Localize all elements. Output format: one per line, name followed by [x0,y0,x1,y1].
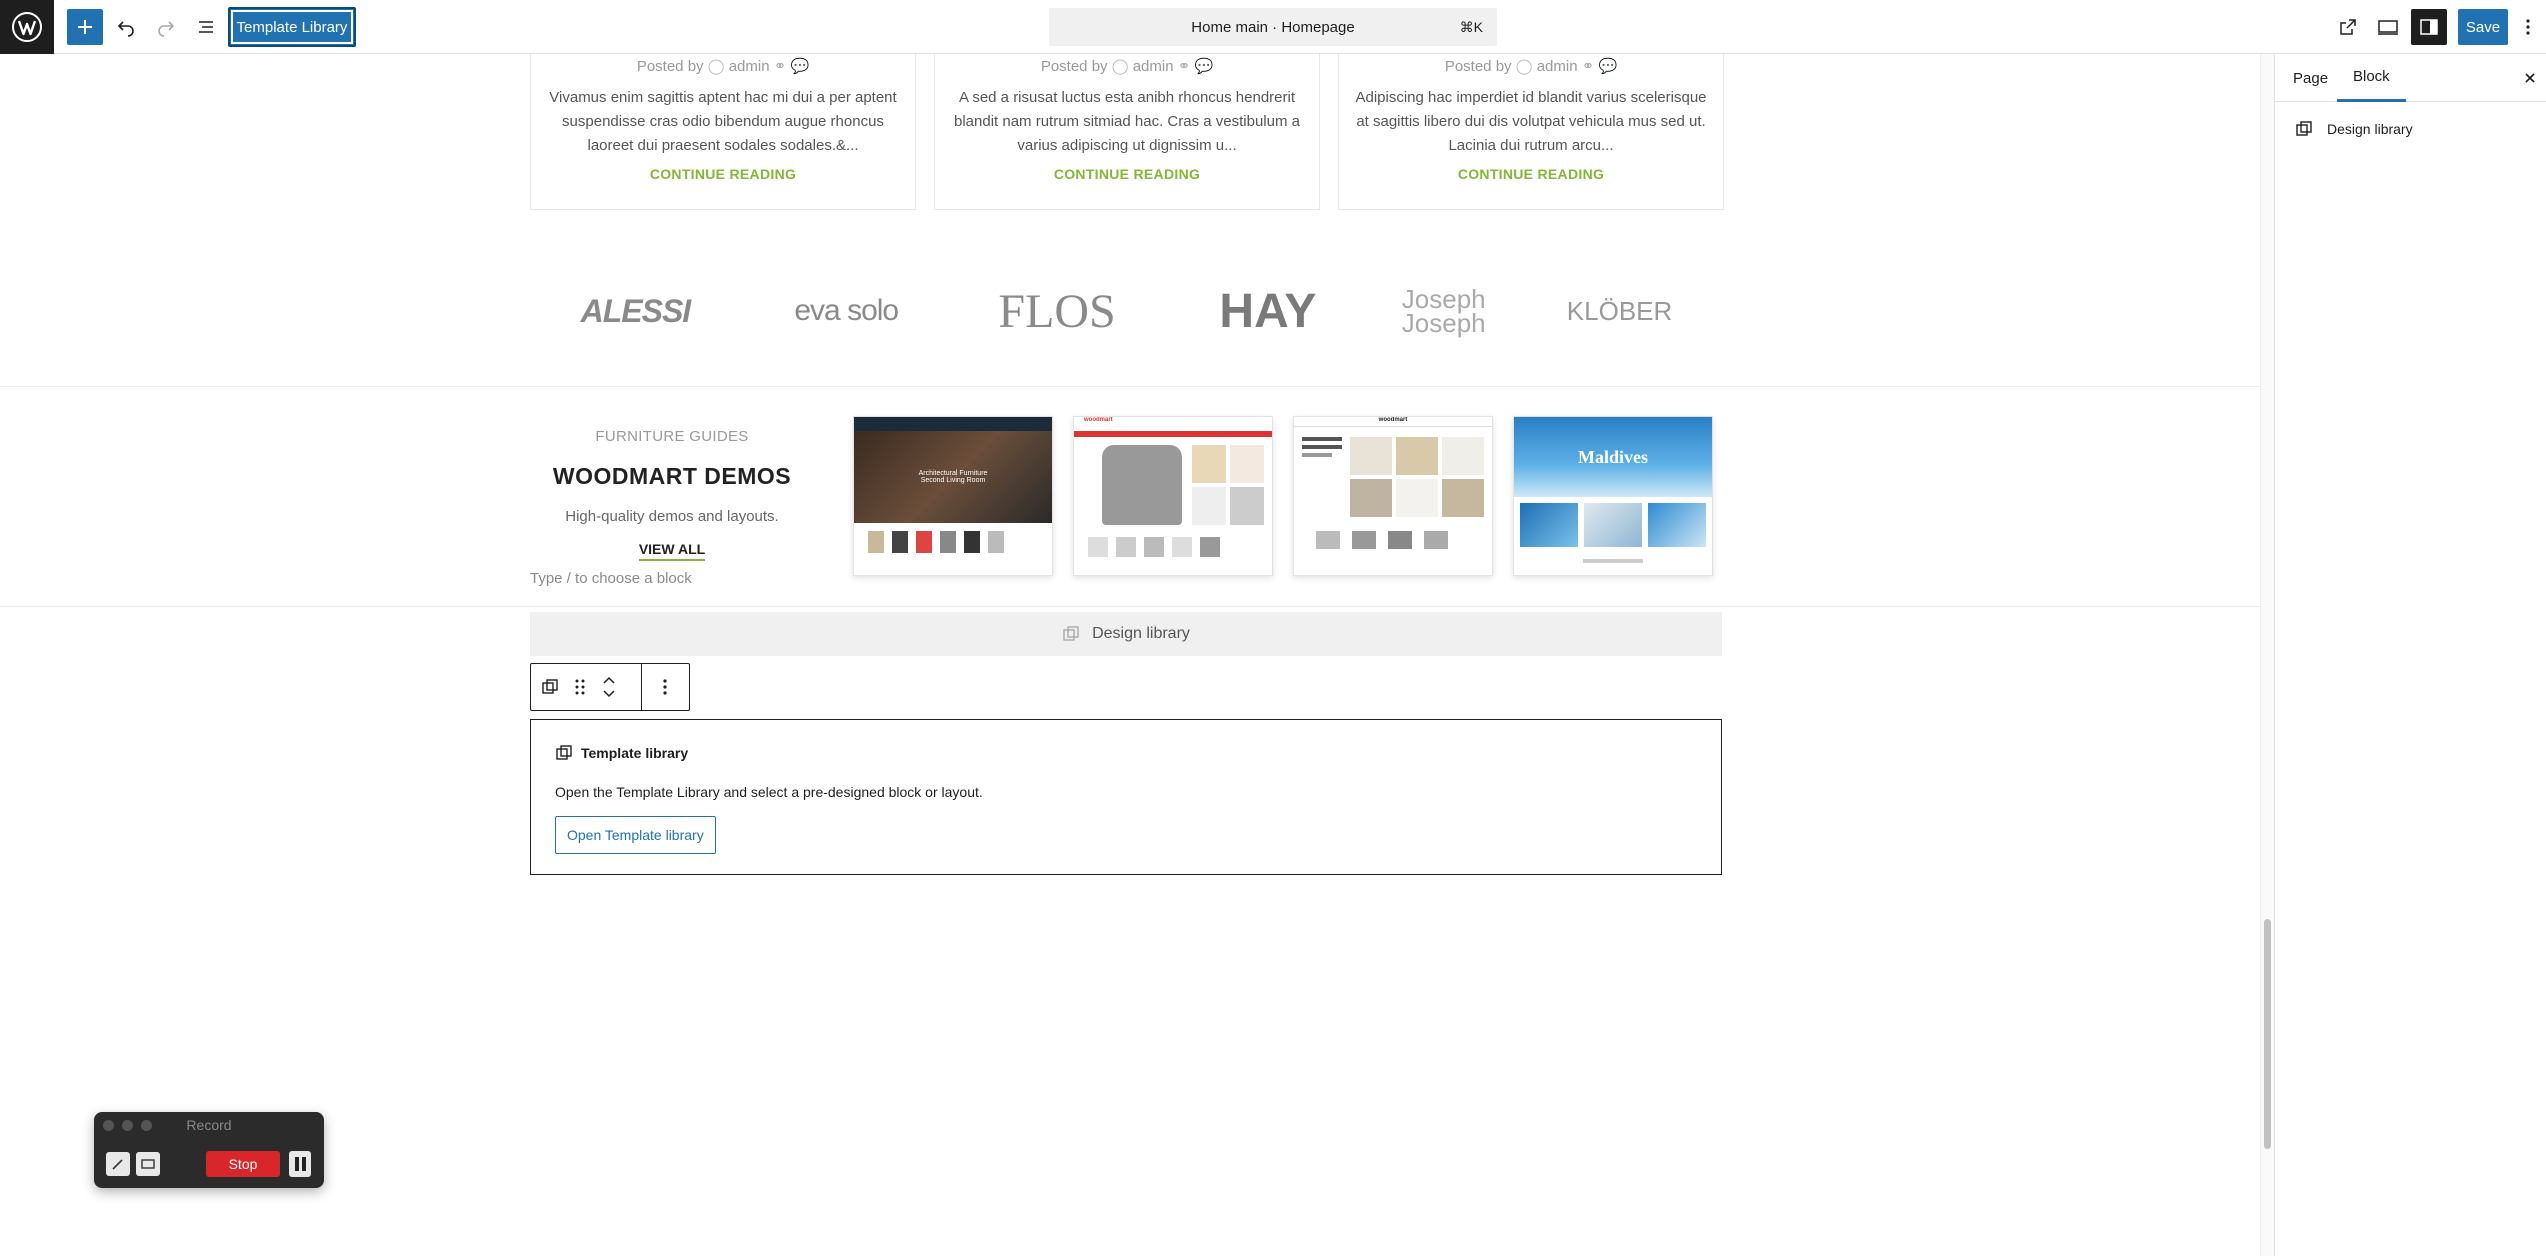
rectangle-icon [141,1159,155,1169]
copy-icon [542,679,558,694]
chevron-up-icon[interactable] [602,676,616,684]
block-type-button[interactable] [535,664,565,710]
editor-top-bar: Template Library Home main · Homepage ⌘K… [0,0,2546,54]
move-buttons[interactable] [595,664,623,710]
add-block-button[interactable] [67,9,103,45]
guides-title: WOODMART DEMOS [552,463,792,489]
save-button[interactable]: Save [2458,9,2508,45]
block-name: Design library [2327,121,2413,137]
chevron-down-icon[interactable] [602,690,616,698]
block-appender-placeholder[interactable]: Type / to choose a block [530,570,692,587]
close-sidebar-button[interactable] [2520,68,2540,88]
document-overview-button[interactable] [188,8,224,46]
region-tool-button[interactable] [136,1152,160,1176]
copy-icon [556,745,572,760]
post-card: Posted by ◯ admin ⚭ 💬 Adipiscing hac imp… [1338,54,1724,210]
template-library-description: Open the Template Library and select a p… [555,784,983,800]
document-title: Home main · Homepage [1191,18,1355,36]
demo-thumbnail[interactable]: woodmart [1293,416,1493,576]
brand-logo: eva solo [794,294,899,327]
template-library-button[interactable]: Template Library [228,7,356,47]
screen-recorder-widget: Record Stop [94,1112,324,1188]
block-card: Design library [2275,102,2546,156]
stop-recording-button[interactable]: Stop [206,1151,280,1177]
brand-logo: Joseph Joseph [1401,284,1486,338]
guides-subtitle: FURNITURE GUIDES [595,428,749,445]
pen-icon [112,1159,123,1170]
sidebar-icon [2420,19,2438,35]
settings-sidebar-toggle[interactable] [2411,9,2447,45]
tab-page[interactable]: Page [2293,54,2328,102]
pen-tool-button[interactable] [106,1152,130,1176]
plus-icon [78,20,92,34]
options-menu-button[interactable] [2510,8,2546,46]
external-link-icon [2340,19,2356,35]
list-view-icon [199,21,213,33]
pause-icon [294,1157,299,1171]
shortcut-hint: ⌘K [1459,18,1483,35]
design-library-label: Design library [1092,625,1190,642]
brand-logo: HAY [1219,284,1317,338]
copy-icon [1063,626,1079,641]
undo-icon [117,21,134,37]
furniture-guides-block: FURNITURE GUIDES WOODMART DEMOS High-qua… [530,428,814,561]
continue-reading-link[interactable]: CONTINUE READING [1339,166,1723,182]
drag-handle-icon [575,679,585,695]
continue-reading-link[interactable]: CONTINUE READING [531,166,915,182]
post-card: Posted by ◯ admin ⚭ 💬 Vivamus enim sagit… [530,54,916,210]
sidebar-tabs: Page Block [2275,54,2546,102]
tab-block[interactable]: Block [2337,54,2406,102]
post-meta: Posted by ◯ admin ⚭ 💬 [636,58,810,75]
thumbnail-headline: Maldives [1578,446,1648,467]
redo-button[interactable] [148,8,184,46]
command-palette-bar[interactable]: Home main · Homepage ⌘K [1049,8,1497,46]
more-vertical-icon [2526,19,2530,35]
brand-logo: ALESSI [580,292,692,329]
thumbnail-label: woodmart [1084,417,1113,423]
block-options-button[interactable] [642,664,688,710]
thumbnail-headline: Architectural Furniture Second Living Ro… [918,470,988,484]
recorder-title: Record [186,1117,232,1133]
brand-logo: KLÖBER [1566,295,1673,326]
design-library-block-header[interactable]: Design library [530,612,1722,656]
guides-description: High-quality demos and layouts. [565,508,779,525]
brand-logos-row: ALESSI eva solo FLOS HAY Joseph Joseph K… [530,276,1725,346]
wordpress-logo-button[interactable] [0,0,54,54]
continue-reading-link[interactable]: CONTINUE READING [935,166,1319,182]
undo-button[interactable] [108,8,144,46]
redo-icon [158,21,175,37]
drag-handle[interactable] [565,664,595,710]
section-divider [0,386,2260,387]
preview-button[interactable] [2370,8,2406,46]
copy-icon [2296,121,2312,136]
settings-sidebar: Page Block Design library [2274,54,2546,1256]
scrollbar-thumb[interactable] [2264,919,2271,1149]
template-library-block[interactable]: Template library Open the Template Libra… [530,719,1722,875]
post-excerpt: Vivamus enim sagittis aptent hac mi dui … [549,89,897,154]
post-excerpt: Adipiscing hac imperdiet id blandit vari… [1355,89,1707,154]
section-divider [0,606,2260,607]
post-excerpt: A sed a risusat luctus esta anibh rhoncu… [954,89,1300,154]
wordpress-icon [12,12,42,42]
post-card: Posted by ◯ admin ⚭ 💬 A sed a risusat lu… [934,54,1320,210]
post-meta: Posted by ◯ admin ⚭ 💬 [1444,58,1618,75]
template-library-title: Template library [555,744,688,762]
brand-logo: FLOS [998,284,1116,338]
open-template-library-button[interactable]: Open Template library [555,816,716,854]
block-toolbar [530,663,690,711]
view-all-link[interactable]: VIEW ALL [638,541,706,561]
demo-thumbnail[interactable]: woodmart [1073,416,1273,576]
editor-canvas[interactable]: Posted by ◯ admin ⚭ 💬 Vivamus enim sagit… [0,54,2260,1256]
close-icon [2525,73,2535,83]
demo-thumbnail[interactable]: Maldives [1513,416,1713,576]
more-vertical-icon [663,679,667,695]
pause-recording-button[interactable] [289,1151,311,1177]
post-meta: Posted by ◯ admin ⚭ 💬 [1040,58,1214,75]
desktop-icon [2378,20,2398,35]
canvas-scrollbar[interactable] [2260,54,2274,1256]
view-page-button[interactable] [2330,8,2366,46]
demo-thumbnail[interactable]: Architectural Furniture Second Living Ro… [853,416,1053,576]
thumbnail-label: woodmart [1294,417,1492,427]
